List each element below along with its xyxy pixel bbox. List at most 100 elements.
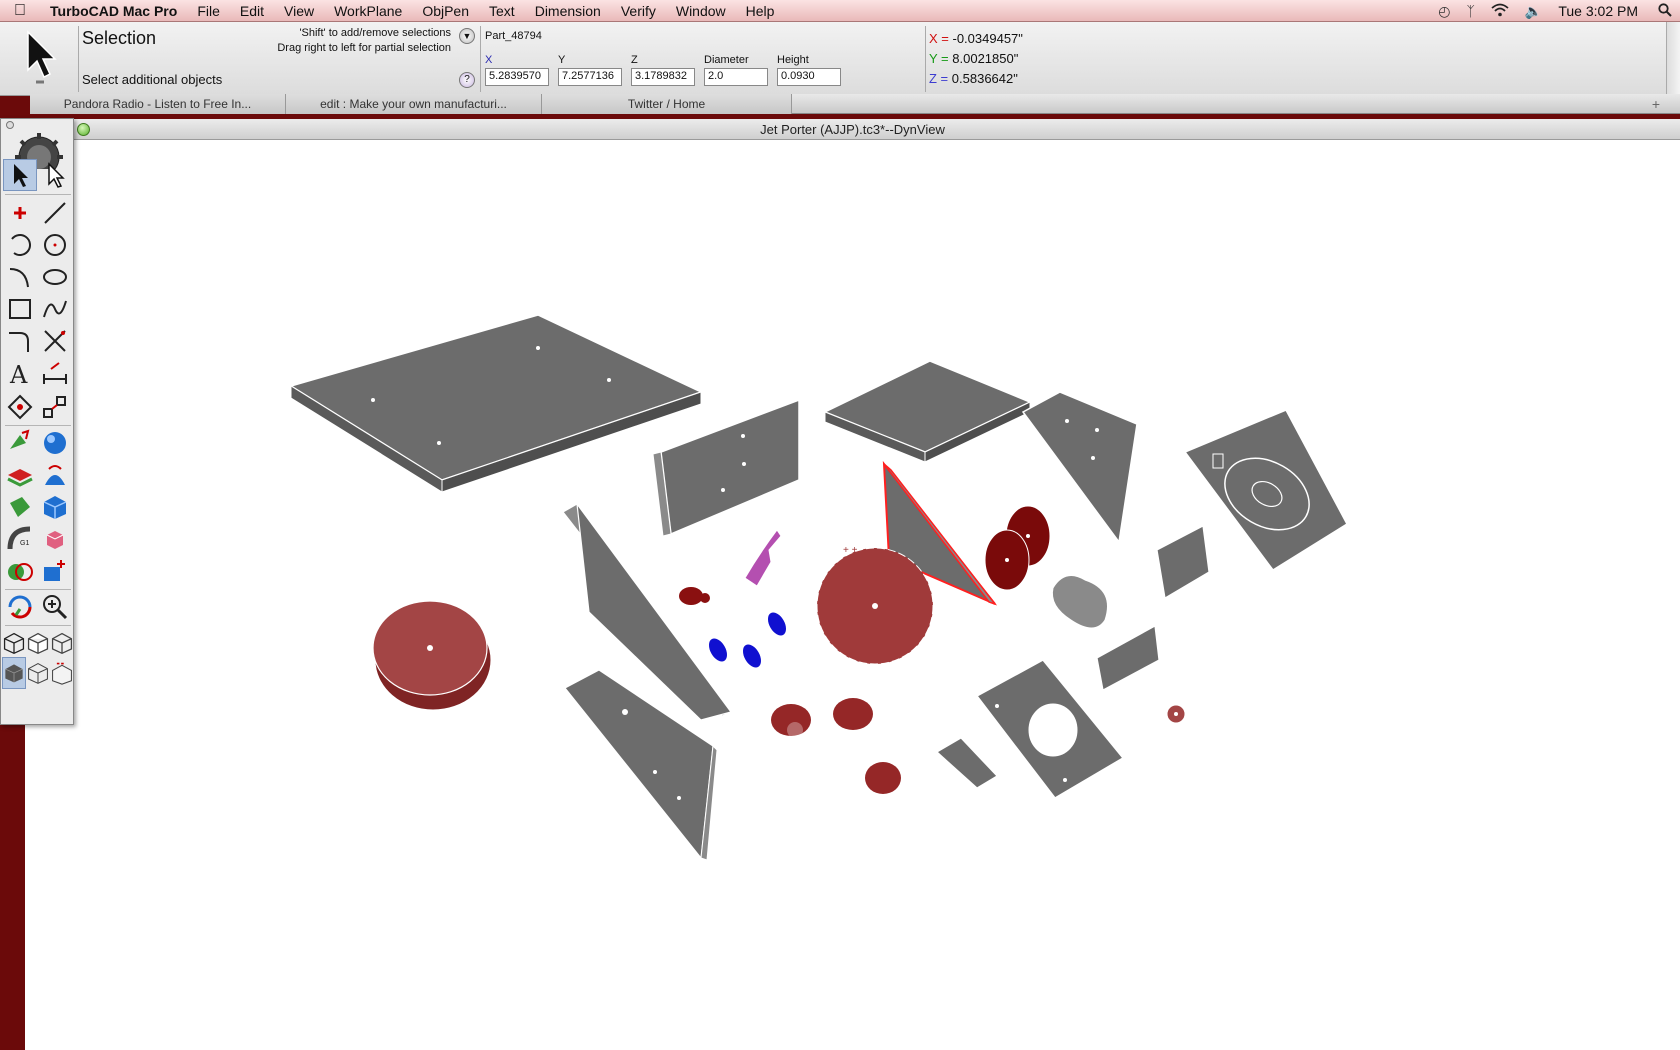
line-icon[interactable]: [38, 197, 72, 229]
ellipse-icon[interactable]: [38, 261, 72, 293]
transform-icon[interactable]: [3, 391, 37, 423]
part-slotted-plate-b[interactable]: [1096, 625, 1160, 691]
select-edit-icon[interactable]: [38, 159, 72, 191]
add-plane-icon[interactable]: [3, 459, 37, 491]
menu-edit[interactable]: Edit: [230, 3, 274, 19]
part-red-cluster-4[interactable]: [865, 762, 901, 794]
window-title: Jet Porter (AJJP).tc3*--DynView: [760, 122, 945, 137]
inspector-scrollbar[interactable]: [1666, 22, 1680, 96]
svg-text:+ +: + +: [843, 545, 858, 556]
wifi-icon[interactable]: [1483, 3, 1517, 20]
palette-close-button[interactable]: [6, 121, 14, 129]
apple-logo-icon[interactable]: : [0, 2, 40, 20]
volume-icon[interactable]: 🔈: [1517, 3, 1550, 20]
box-icon[interactable]: [38, 491, 72, 523]
render-wire-icon[interactable]: [26, 657, 50, 689]
bluetooth-icon[interactable]: ᛉ: [1459, 3, 1483, 19]
circle-icon[interactable]: [38, 229, 72, 261]
part-blue-wheel-1[interactable]: [705, 635, 732, 666]
arc-icon[interactable]: [3, 229, 37, 261]
drawing-canvas[interactable]: + +: [25, 140, 1680, 1050]
sweep-icon[interactable]: G1: [3, 523, 37, 555]
mode-title: Selection: [82, 28, 157, 48]
coord-y-readout: Y = 8.0021850": [929, 51, 1018, 66]
solid-add-icon[interactable]: [38, 555, 72, 587]
menu-text[interactable]: Text: [479, 3, 525, 19]
time-machine-icon[interactable]: ◴: [1430, 3, 1458, 20]
part-blue-wheel-2[interactable]: [739, 641, 766, 672]
extrude-icon[interactable]: [3, 427, 37, 459]
z-field[interactable]: 3.1789832: [631, 68, 695, 86]
divider: [480, 26, 481, 92]
menu-workplane[interactable]: WorkPlane: [324, 3, 412, 19]
part-top-plate[interactable]: [289, 314, 703, 493]
z-field-label: Z: [631, 54, 638, 66]
part-double-disk[interactable]: [984, 505, 1051, 591]
part-gray-cam[interactable]: [1051, 575, 1108, 629]
part-red-cluster-3[interactable]: [833, 698, 873, 730]
palette-divider: [5, 625, 71, 626]
menu-help[interactable]: Help: [736, 3, 785, 19]
fillet-icon[interactable]: [3, 325, 37, 357]
zoom-icon[interactable]: [38, 591, 72, 623]
svg-text:G1: G1: [20, 540, 29, 547]
render-hidden-icon[interactable]: [50, 657, 74, 689]
diameter-field[interactable]: 2.0: [704, 68, 768, 86]
spotlight-search-icon[interactable]: [1650, 2, 1680, 20]
curve-icon[interactable]: [3, 261, 37, 293]
browser-tab-edit[interactable]: edit : Make your own manufacturi...: [286, 94, 542, 114]
menu-file[interactable]: File: [187, 3, 230, 19]
menu-view[interactable]: View: [274, 3, 324, 19]
browser-tab-twitter[interactable]: Twitter / Home: [542, 94, 792, 114]
menu-verify[interactable]: Verify: [611, 3, 666, 19]
part-square-plate[interactable]: [823, 360, 1032, 463]
part-turntable-plate[interactable]: [1183, 409, 1348, 572]
view-box-icon[interactable]: [50, 627, 74, 659]
part-slotted-plate-a[interactable]: [1156, 525, 1210, 599]
menu-dimension[interactable]: Dimension: [525, 3, 611, 19]
options-dropdown-button[interactable]: ▼: [459, 28, 475, 44]
snap-icon[interactable]: [38, 391, 72, 423]
window-titlebar[interactable]: Jet Porter (AJJP).tc3*--DynView: [25, 119, 1680, 140]
render-shaded-icon[interactable]: [2, 657, 26, 689]
part-blue-wheel-3[interactable]: [764, 609, 791, 640]
part-small-block[interactable]: [935, 737, 998, 789]
point-icon[interactable]: [3, 197, 37, 229]
coord-x-value: -0.0349457": [952, 31, 1023, 46]
boolean-icon[interactable]: [38, 523, 72, 555]
text-icon[interactable]: A: [3, 357, 37, 389]
loft-icon[interactable]: [3, 491, 37, 523]
rectangle-icon[interactable]: [3, 293, 37, 325]
browser-tab-pandora[interactable]: Pandora Radio - Listen to Free In...: [30, 94, 286, 114]
coord-x-label: X =: [929, 31, 949, 46]
height-field[interactable]: 0.0930: [777, 68, 841, 86]
inspector-bar: Selection Select additional objects 'Shi…: [0, 22, 1680, 96]
help-button[interactable]: ?: [459, 72, 475, 88]
part-red-spot[interactable]: [1166, 704, 1186, 724]
part-red-cluster-2[interactable]: [771, 704, 811, 738]
dimension-icon[interactable]: [38, 357, 72, 389]
orbit-icon[interactable]: [3, 591, 37, 623]
part-red-cluster-1[interactable]: [679, 587, 710, 605]
hint-text-2: Drag right to left for partial selection: [277, 42, 451, 54]
part-purple-bracket[interactable]: [744, 529, 782, 587]
part-back-panel[interactable]: [652, 398, 800, 537]
x-field[interactable]: 5.2839570: [485, 68, 549, 86]
menu-objpen[interactable]: ObjPen: [412, 3, 479, 19]
menu-clock[interactable]: Tue 3:02 PM: [1550, 3, 1650, 19]
part-red-platter[interactable]: [372, 600, 492, 711]
window-zoom-button[interactable]: [77, 123, 90, 136]
select-icon[interactable]: [3, 159, 37, 191]
selection-arrow-icon: [22, 28, 62, 88]
menu-window[interactable]: Window: [666, 3, 736, 19]
union-icon[interactable]: [3, 555, 37, 587]
sphere-icon[interactable]: [38, 427, 72, 459]
view-wire-icon[interactable]: [26, 627, 50, 659]
menu-app-name[interactable]: TurboCAD Mac Pro: [40, 3, 187, 19]
revolve-icon[interactable]: [38, 459, 72, 491]
spline-icon[interactable]: [38, 293, 72, 325]
trim-icon[interactable]: [38, 325, 72, 357]
add-tab-button[interactable]: +: [1652, 94, 1660, 114]
view-iso-icon[interactable]: [2, 627, 26, 659]
y-field[interactable]: 7.2577136: [558, 68, 622, 86]
